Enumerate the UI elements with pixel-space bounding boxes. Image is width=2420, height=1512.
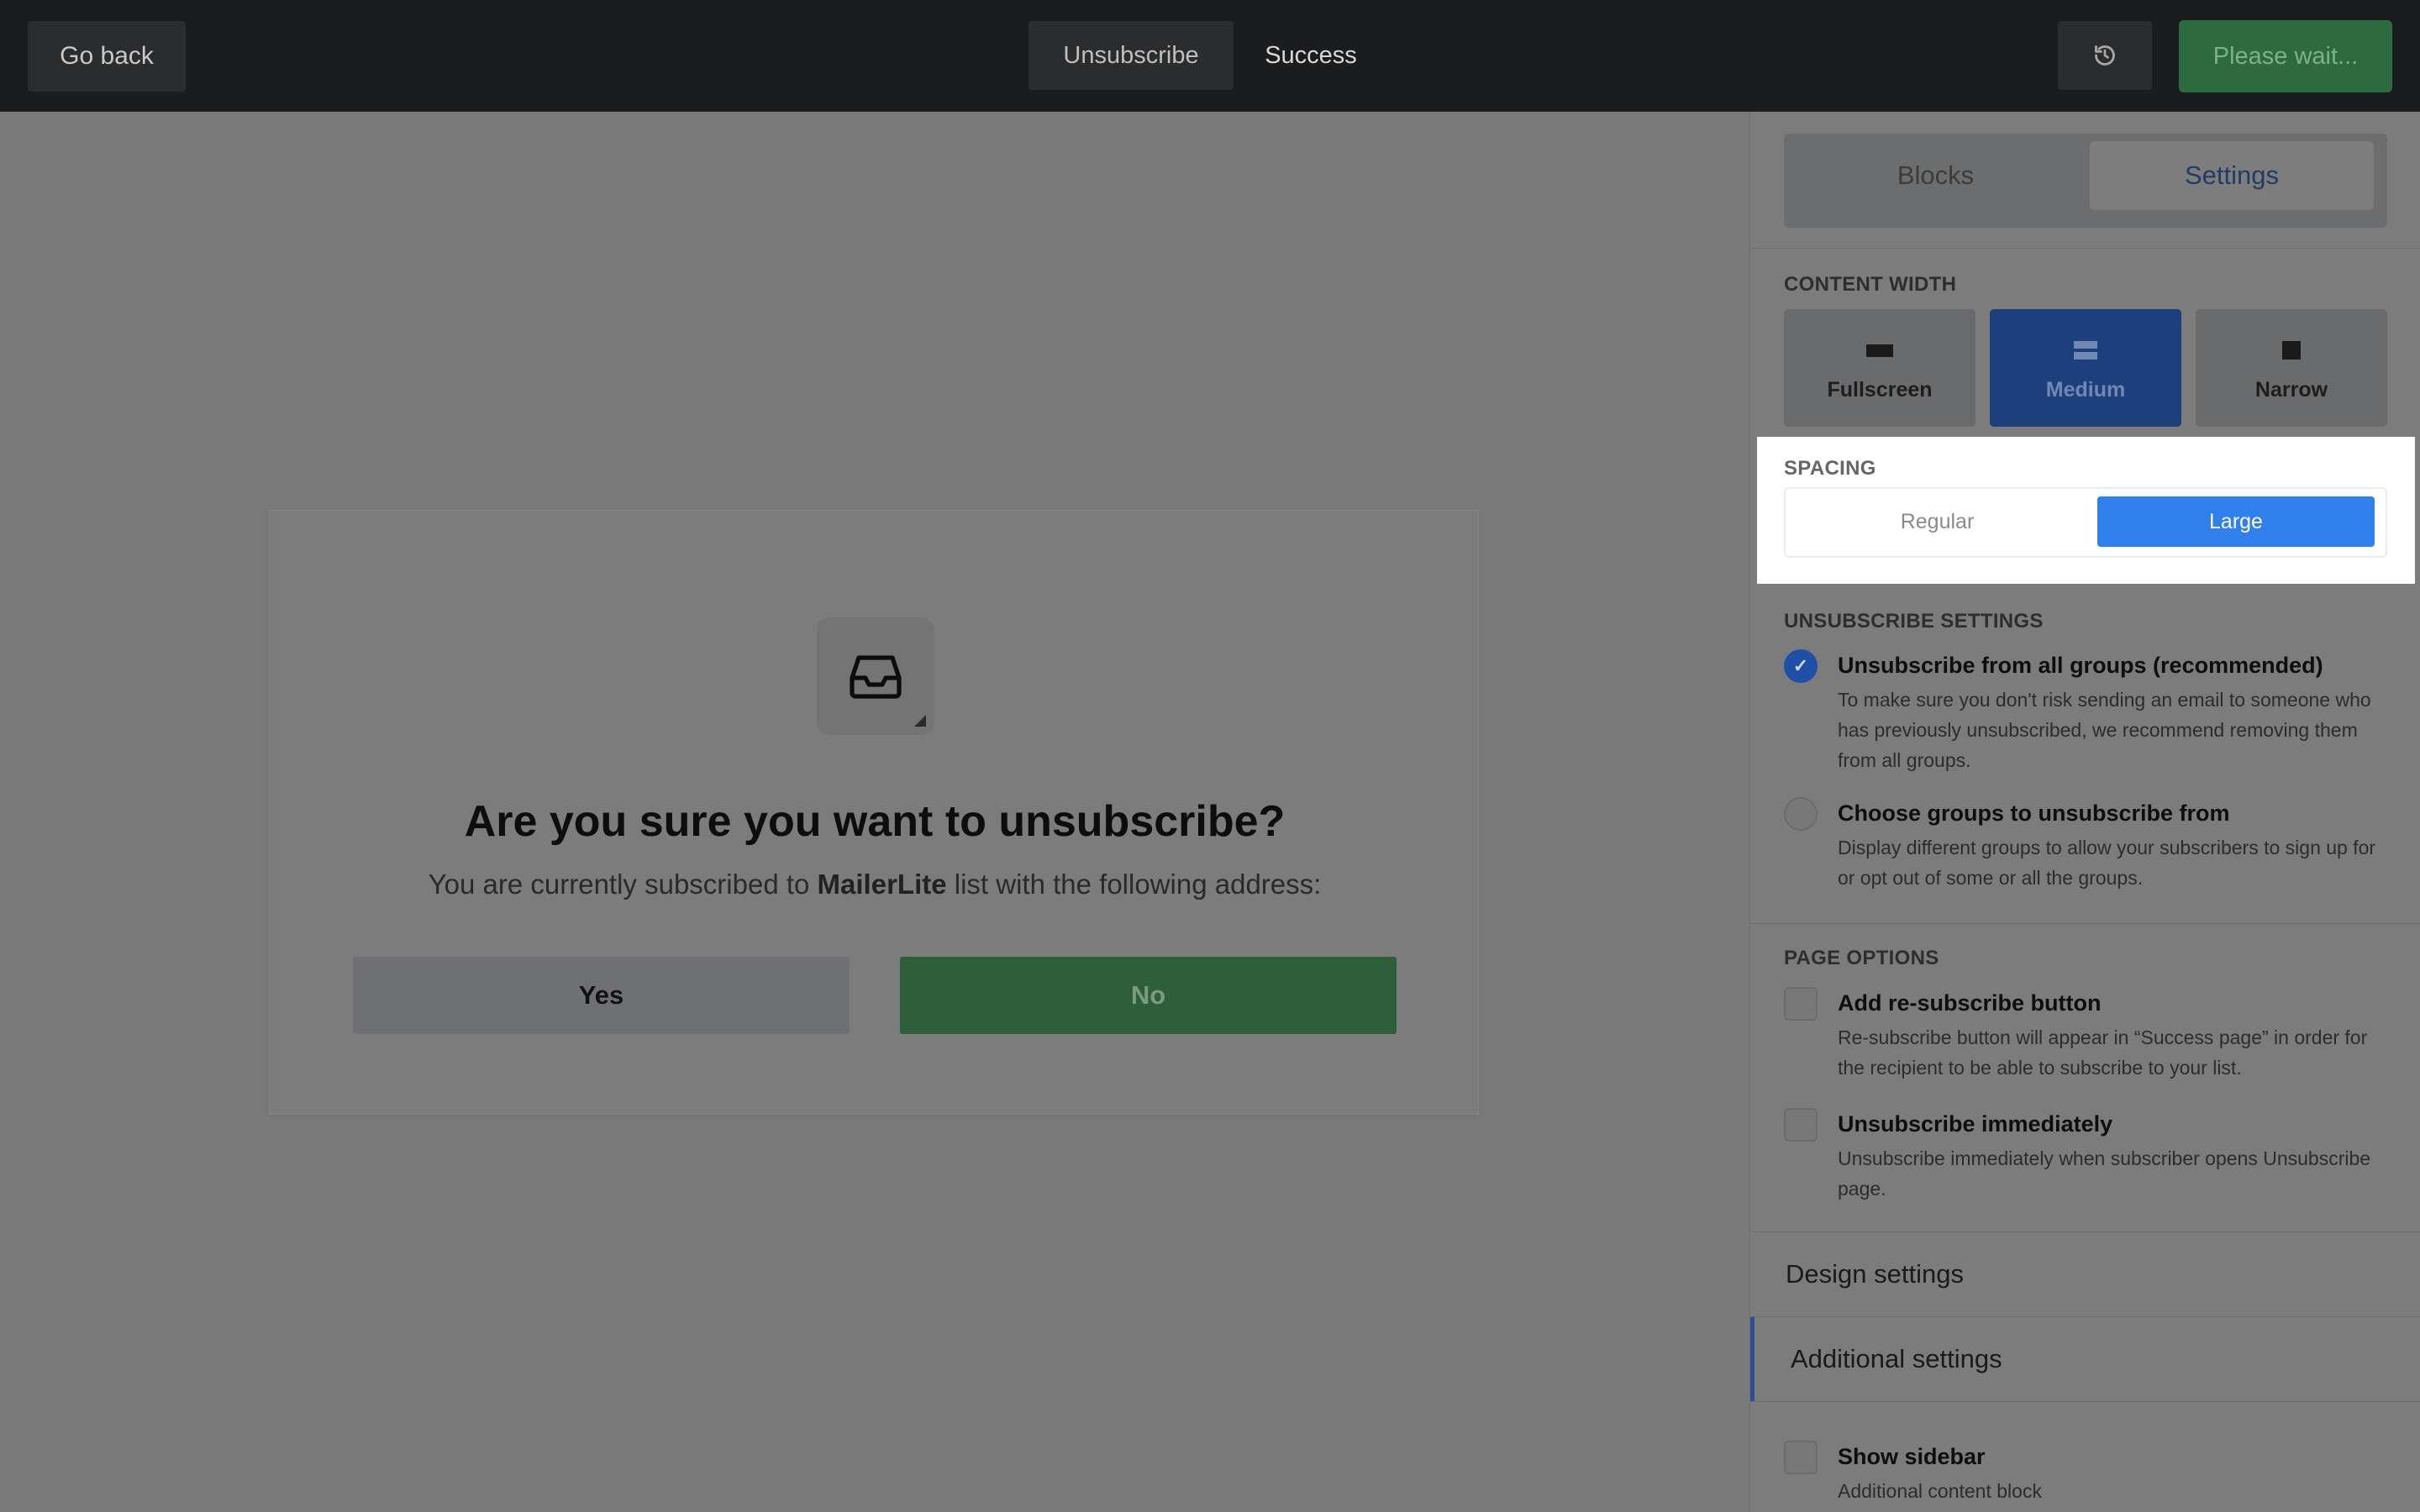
- width-option-medium[interactable]: Medium: [1990, 309, 2181, 427]
- go-back-button[interactable]: Go back: [28, 21, 186, 92]
- divider: [1750, 1401, 2420, 1402]
- tab-success[interactable]: Success: [1244, 21, 1378, 90]
- option-title: Unsubscribe immediately: [1838, 1111, 2113, 1137]
- checkbox-unsubscribe-immediately[interactable]: [1784, 1108, 1818, 1142]
- checkbox-resubscribe[interactable]: [1784, 987, 1818, 1021]
- spacing-label: SPACING: [1784, 457, 1876, 480]
- radio-choose-groups[interactable]: [1784, 797, 1818, 831]
- option-title: Add re-subscribe button: [1838, 990, 2102, 1016]
- width-option-fullscreen[interactable]: Fullscreen: [1784, 309, 1975, 427]
- content-width-label: CONTENT WIDTH: [1784, 273, 1957, 296]
- spacing-large-button[interactable]: Large: [2097, 496, 2375, 547]
- option-description: Additional content block: [1838, 1480, 2042, 1502]
- sidebar-tab-switch: Blocks Settings: [1784, 134, 2387, 228]
- spacing-regular-button[interactable]: Regular: [1792, 496, 2082, 547]
- option-title: Show sidebar: [1838, 1444, 1986, 1469]
- width-option-label: Fullscreen: [1827, 378, 1933, 402]
- tab-blocks[interactable]: Blocks: [1791, 141, 2081, 210]
- check-icon: ✓: [1792, 655, 1809, 676]
- card-title: Are you sure you want to unsubscribe?: [464, 797, 1286, 846]
- width-option-label: Medium: [2045, 378, 2126, 402]
- option-description: Re-subscribe button will appear in “Succ…: [1838, 1026, 2368, 1079]
- option-title: Unsubscribe from all groups (recommended…: [1838, 653, 2323, 678]
- page-options-label: PAGE OPTIONS: [1784, 947, 1939, 969]
- medium-width-icon: [2074, 341, 2097, 360]
- option-description: Unsubscribe immediately when subscriber …: [1838, 1147, 2371, 1200]
- subtitle-brand: MailerLite: [817, 869, 947, 900]
- checkbox-show-sidebar[interactable]: [1784, 1441, 1818, 1474]
- no-button[interactable]: No: [900, 957, 1397, 1034]
- unsubscribe-card[interactable]: Are you sure you want to unsubscribe? Yo…: [269, 510, 1479, 1115]
- spacing-section: SPACING Regular Large: [1757, 437, 2415, 584]
- please-wait-button[interactable]: Please wait...: [2179, 20, 2392, 92]
- width-option-label: Narrow: [2254, 378, 2328, 402]
- preview-canvas: Are you sure you want to unsubscribe? Yo…: [0, 112, 1749, 1512]
- inbox-image-block[interactable]: [817, 617, 934, 735]
- narrow-icon: [2282, 341, 2301, 360]
- design-settings-toggle[interactable]: Design settings: [1750, 1232, 2420, 1316]
- tab-settings[interactable]: Settings: [2090, 141, 2374, 210]
- subtitle-prefix: You are currently subscribed to: [428, 869, 810, 900]
- radio-unsubscribe-all[interactable]: ✓: [1784, 649, 1818, 683]
- subtitle-suffix: list with the following address:: [954, 869, 1322, 900]
- divider: [1750, 248, 2420, 249]
- unsubscribe-settings-label: UNSUBSCRIBE SETTINGS: [1784, 610, 2044, 633]
- option-description: Display different groups to allow your s…: [1838, 837, 2376, 889]
- yes-button[interactable]: Yes: [353, 957, 850, 1034]
- history-button[interactable]: [2058, 21, 2152, 90]
- option-title: Choose groups to unsubscribe from: [1838, 801, 2230, 826]
- tab-unsubscribe[interactable]: Unsubscribe: [1028, 21, 1234, 90]
- history-icon: [2095, 45, 2115, 66]
- top-bar: Go back Unsubscribe Success Please wait.…: [0, 0, 2420, 112]
- divider: [1750, 923, 2420, 924]
- spacing-toggle: Regular Large: [1784, 487, 2387, 558]
- width-option-narrow[interactable]: Narrow: [2196, 309, 2387, 427]
- resize-handle-icon[interactable]: [914, 715, 926, 727]
- additional-settings-toggle[interactable]: Additional settings: [1750, 1317, 2420, 1401]
- inbox-icon: [850, 655, 902, 699]
- option-description: To make sure you don't risk sending an e…: [1838, 689, 2371, 771]
- settings-sidebar: Blocks Settings CONTENT WIDTH Fullscreen…: [1749, 112, 2420, 1512]
- fullscreen-icon: [1866, 344, 1893, 357]
- card-subtitle: You are currently subscribed to MailerLi…: [270, 869, 1480, 900]
